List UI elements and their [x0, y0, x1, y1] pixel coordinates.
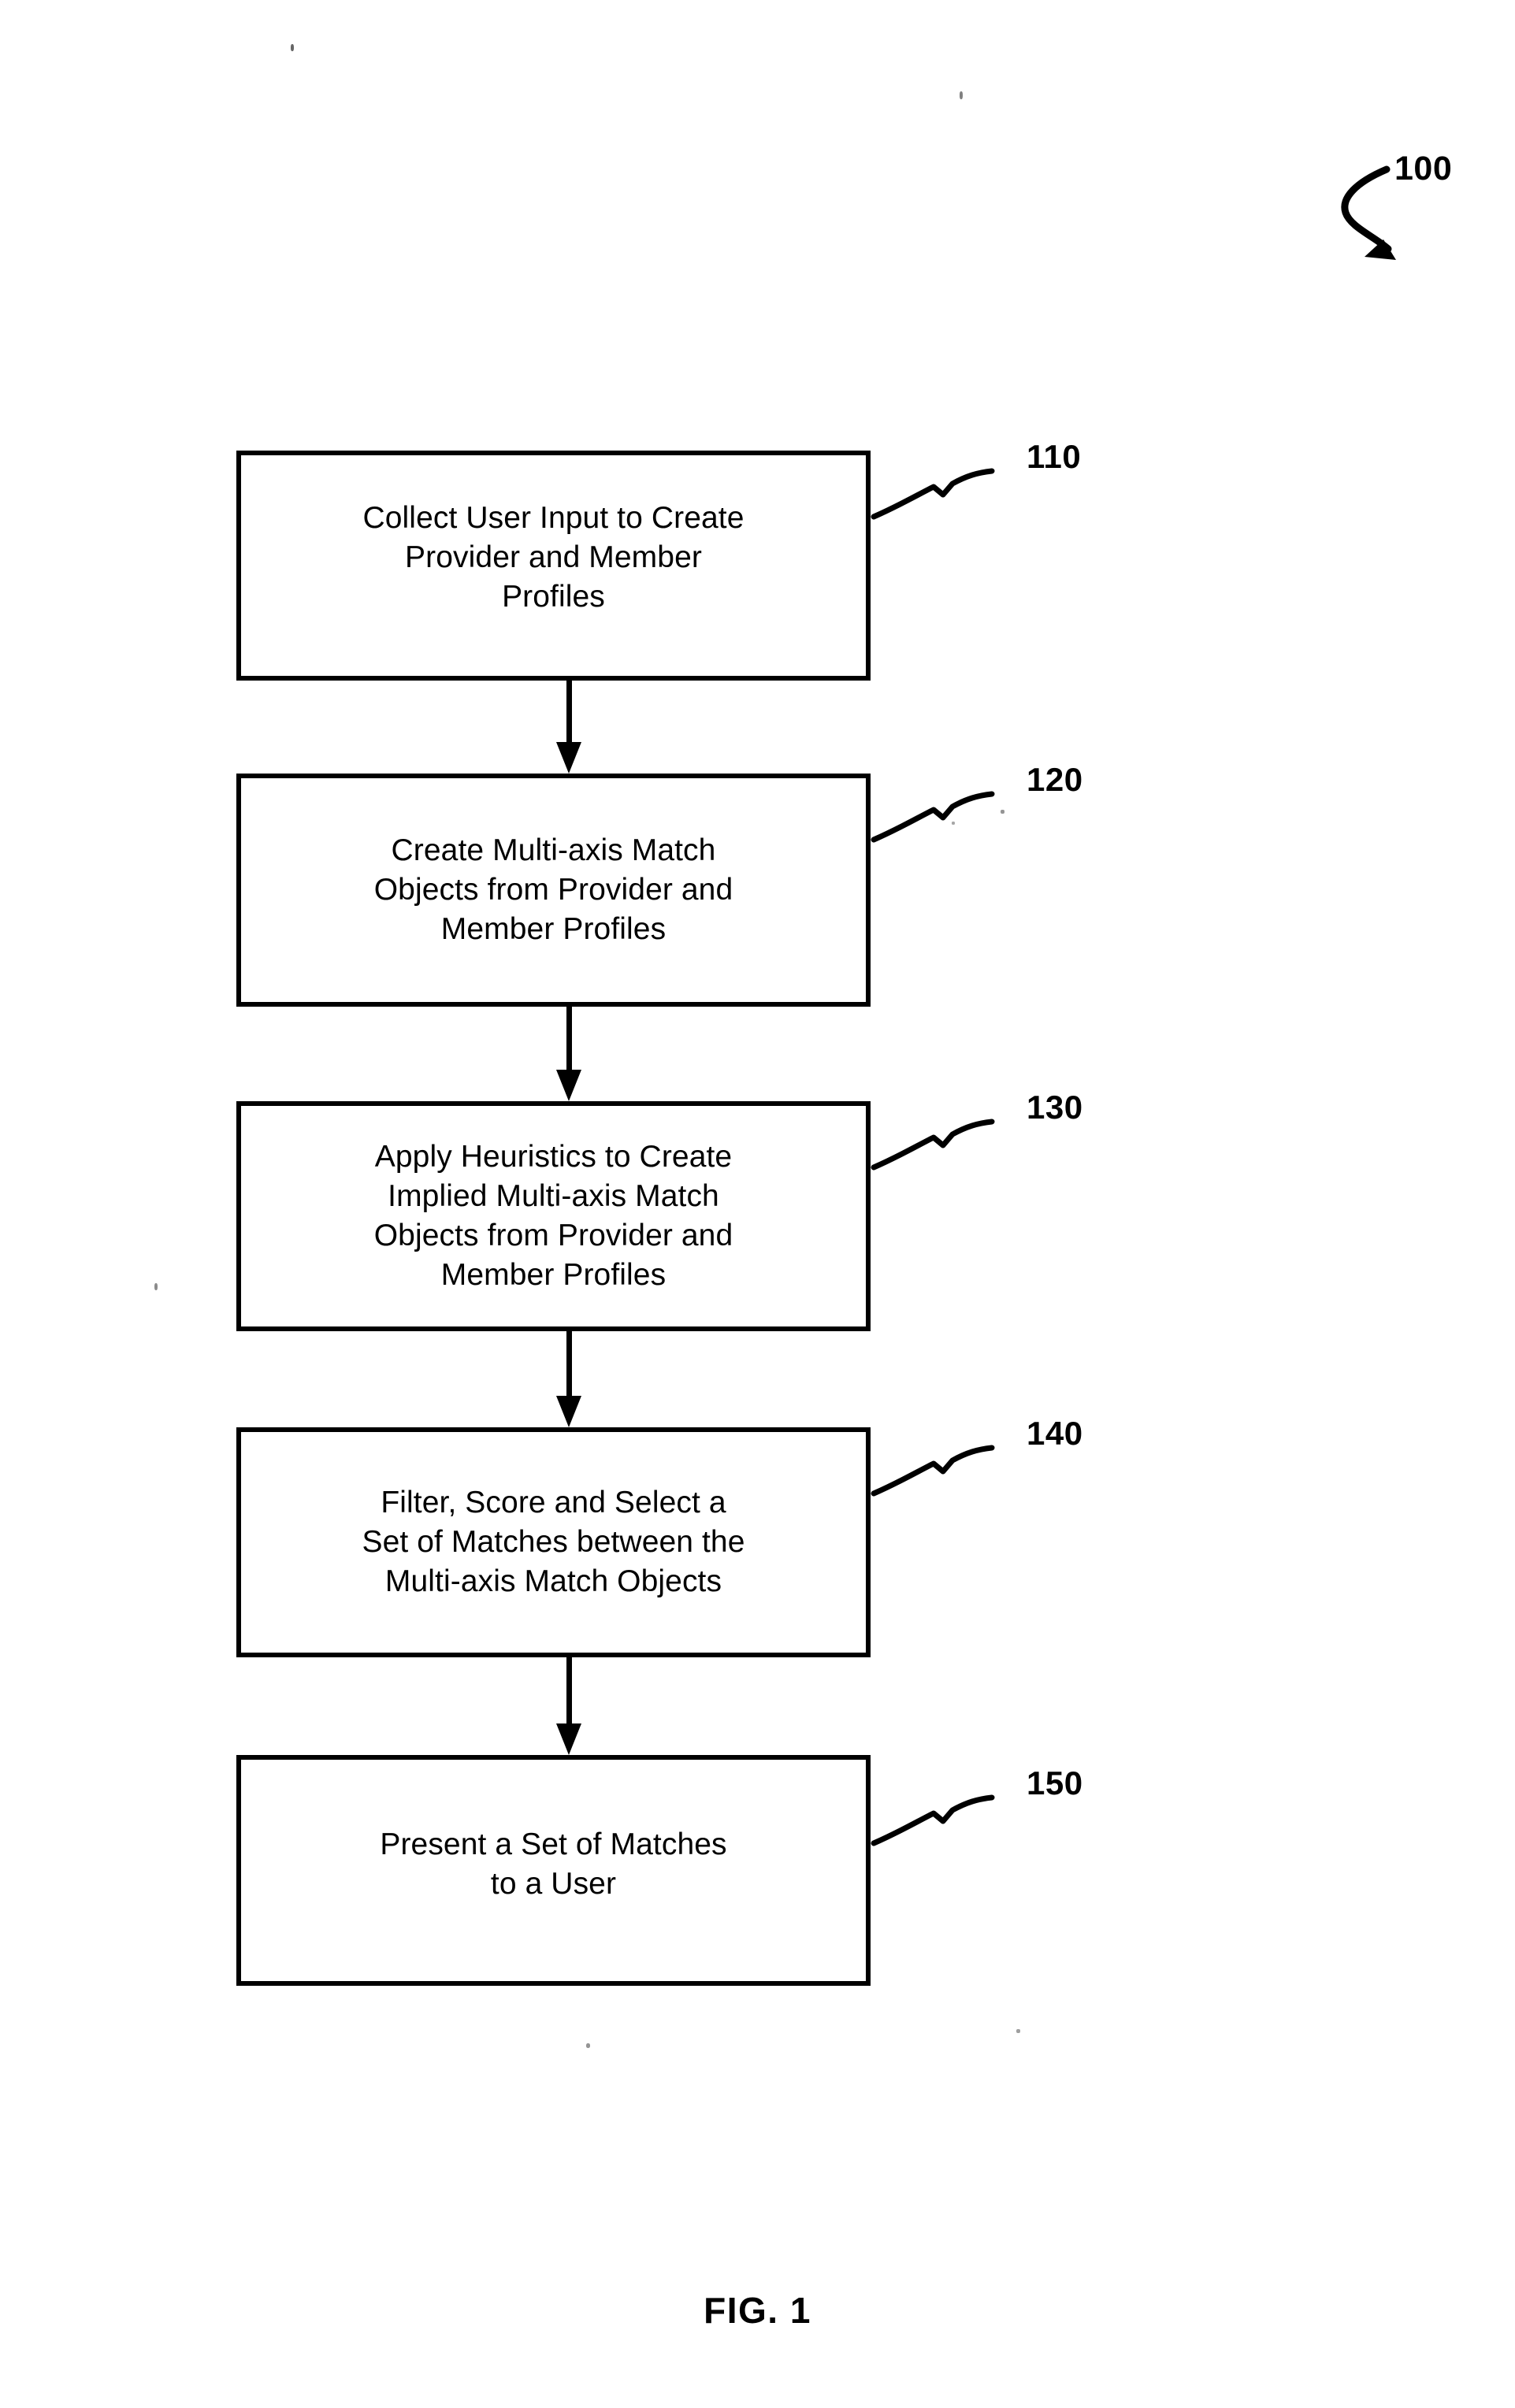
patent-figure-page: 100 Collect User Input to Create Provide… [0, 0, 1515, 2408]
connector-stem [566, 1331, 572, 1396]
connector-stem [566, 1657, 572, 1723]
process-box-150[interactable]: Present a Set of Matches to a User [236, 1755, 871, 1986]
reference-number-110: 110 [1027, 438, 1082, 475]
process-box-130-label: Apply Heuristics to Create Implied Multi… [373, 1140, 733, 1292]
scan-speckle [960, 91, 963, 99]
scan-speckle [586, 2043, 590, 2048]
process-box-140[interactable]: Filter, Score and Select a Set of Matche… [236, 1427, 871, 1657]
down-arrow-icon [556, 1723, 581, 1755]
process-box-120[interactable]: Create Multi-axis Match Objects from Pro… [236, 774, 871, 1007]
process-box-140-label: Filter, Score and Select a Set of Matche… [362, 1486, 745, 1598]
process-box-150-label: Present a Set of Matches to a User [380, 1827, 727, 1901]
down-arrow-icon [556, 742, 581, 774]
connector-stem [566, 681, 572, 742]
connector-140-to-150 [556, 1657, 581, 1755]
squiggle-leader-icon [871, 1445, 995, 1497]
reference-number-130: 130 [1027, 1089, 1083, 1126]
scan-speckle [154, 1283, 158, 1290]
connector-130-to-140 [556, 1331, 581, 1427]
down-arrow-icon [556, 1396, 581, 1427]
squiggle-leader-icon [871, 1794, 995, 1846]
down-arrow-icon [556, 1070, 581, 1101]
squiggle-leader-icon [871, 791, 995, 843]
reference-number-140: 140 [1027, 1415, 1083, 1452]
process-box-130[interactable]: Apply Heuristics to Create Implied Multi… [236, 1101, 871, 1331]
process-box-110-label: Collect User Input to Create Provider an… [362, 501, 745, 614]
scan-speckle [291, 44, 294, 51]
connector-110-to-120 [556, 681, 581, 774]
figure-overall-reference-number: 100 [1394, 150, 1453, 187]
squiggle-leader-icon [871, 1119, 995, 1171]
figure-overall-callout: 100 [1292, 150, 1452, 303]
connector-120-to-130 [556, 1007, 581, 1101]
connector-stem [566, 1007, 572, 1070]
process-box-120-label: Create Multi-axis Match Objects from Pro… [373, 833, 733, 946]
process-box-110[interactable]: Collect User Input to Create Provider an… [236, 451, 871, 681]
scan-speckle [1016, 2029, 1020, 2033]
reference-number-120: 120 [1027, 761, 1083, 798]
squiggle-leader-icon [871, 468, 995, 520]
reference-number-150: 150 [1027, 1764, 1083, 1801]
figure-caption: FIG. 1 [704, 2290, 811, 2331]
